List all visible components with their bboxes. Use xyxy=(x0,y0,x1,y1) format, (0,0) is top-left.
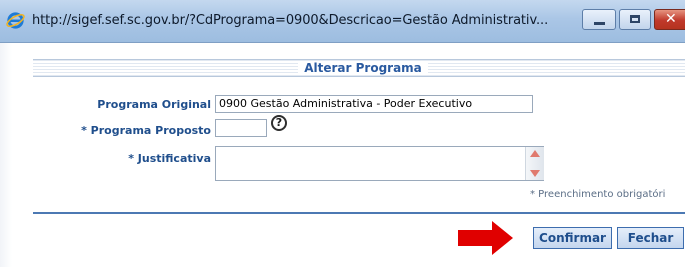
scroll-up-arrow-icon[interactable] xyxy=(530,150,540,157)
close-icon: ✕ xyxy=(665,11,677,27)
maximize-button[interactable] xyxy=(619,9,651,30)
scroll-down-arrow-icon[interactable] xyxy=(530,170,540,177)
window-title: http://sigef.sef.sc.gov.br/?CdPrograma=0… xyxy=(32,13,549,28)
justificativa-label: * Justificativa xyxy=(128,152,211,165)
close-window-button[interactable]: ✕ xyxy=(654,9,685,30)
left-border xyxy=(0,43,12,267)
help-icon[interactable]: ? xyxy=(271,115,287,131)
required-fields-note: * Preenchimento obrigatóri xyxy=(530,189,666,200)
textarea-scrollbar[interactable] xyxy=(525,147,544,180)
maximize-icon xyxy=(630,15,640,23)
programa-original-label: Programa Original xyxy=(97,98,211,111)
internet-explorer-icon xyxy=(6,12,25,29)
programa-original-field[interactable]: 0900 Gestão Administrativa - Poder Execu… xyxy=(215,95,533,113)
programa-proposto-field[interactable] xyxy=(215,119,267,137)
fechar-button[interactable]: Fechar xyxy=(617,227,684,249)
window-titlebar: http://sigef.sef.sc.gov.br/?CdPrograma=0… xyxy=(0,0,685,43)
section-header: Alterar Programa xyxy=(33,59,685,77)
justificativa-textarea[interactable] xyxy=(215,146,544,181)
divider xyxy=(33,212,685,214)
minimize-button[interactable] xyxy=(582,9,616,30)
programa-proposto-label: * Programa Proposto xyxy=(81,124,211,137)
minimize-icon xyxy=(594,22,605,25)
red-arrow-icon xyxy=(458,221,513,255)
section-title: Alterar Programa xyxy=(298,61,428,75)
confirmar-button[interactable]: Confirmar xyxy=(533,227,612,249)
